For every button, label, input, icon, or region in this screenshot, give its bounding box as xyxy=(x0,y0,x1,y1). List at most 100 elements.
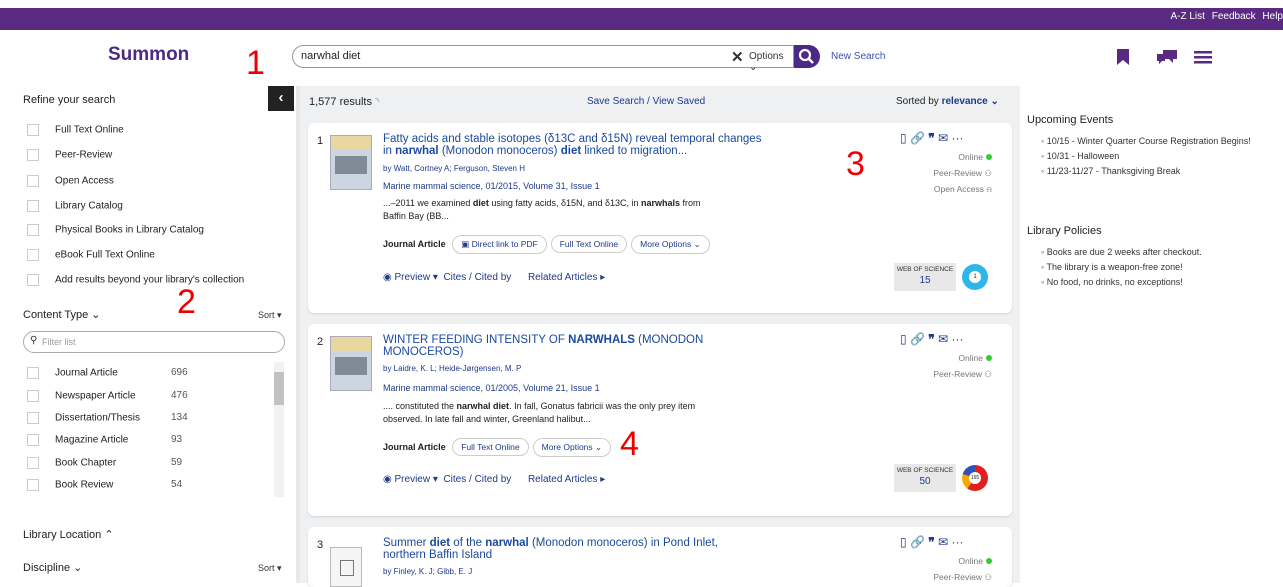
result-tools: ▯ 🔗 ❞ ✉ ··· xyxy=(900,332,963,346)
checkbox[interactable] xyxy=(27,457,39,469)
checkbox[interactable] xyxy=(27,249,39,261)
altmetric-donut[interactable]: 1 xyxy=(962,264,988,290)
content-type-option[interactable]: Dissertation/Thesis 134 xyxy=(27,412,267,426)
email-icon[interactable]: ✉ xyxy=(938,535,948,549)
facet-option[interactable]: Add results beyond your library's collec… xyxy=(27,274,244,288)
sort-control[interactable]: Sorted by relevance ⌄ xyxy=(896,96,999,107)
library-location-heading[interactable]: Library Location ⌃ xyxy=(23,528,114,541)
search-button[interactable] xyxy=(794,45,820,68)
related-articles-link[interactable]: Related Articles ▸ xyxy=(528,474,605,485)
checkbox[interactable] xyxy=(27,149,39,161)
result-title[interactable]: Summer diet of the narwhal (Monodon mono… xyxy=(383,537,763,561)
result-title[interactable]: Fatty acids and stable isotopes (δ13C an… xyxy=(383,133,763,157)
summon-logo[interactable]: Summon xyxy=(108,44,189,66)
bullet-icon: ◦ xyxy=(1041,247,1045,257)
cite-icon[interactable]: ❞ xyxy=(928,535,934,549)
checkbox[interactable] xyxy=(27,390,39,402)
bookmark-outline-icon[interactable]: ▯ xyxy=(900,535,907,549)
search-input[interactable] xyxy=(301,50,681,62)
content-type-option[interactable]: Book Chapter 59 xyxy=(27,457,267,471)
menu-icon[interactable] xyxy=(1193,48,1213,66)
web-of-science-badge[interactable]: WEB OF SCIENCE 50 xyxy=(894,464,956,492)
content-type-option[interactable]: Journal Article 696 xyxy=(27,367,267,381)
more-options-button[interactable]: More Options ⌄ xyxy=(631,235,710,254)
altmetric-donut[interactable]: 165 xyxy=(962,465,988,491)
content-type-option[interactable]: Magazine Article 93 xyxy=(27,434,267,448)
result-authors[interactable]: by Watt, Cortney A; Ferguson, Steven H xyxy=(383,164,525,173)
bookmark-outline-icon[interactable]: ▯ xyxy=(900,332,907,346)
content-type-sort[interactable]: Sort ▾ xyxy=(258,310,282,321)
checkbox[interactable] xyxy=(27,412,39,424)
help-link[interactable]: Help xyxy=(1262,11,1283,22)
checkbox[interactable] xyxy=(27,175,39,187)
result-journal[interactable]: Marine mammal science, 01/2015, Volume 3… xyxy=(383,181,600,191)
result-authors[interactable]: by Laidre, K. L; Heide-Jørgensen, M. P xyxy=(383,364,521,373)
checkbox[interactable] xyxy=(27,124,39,136)
facet-option[interactable]: Library Catalog xyxy=(27,200,123,214)
bookmark-icon[interactable] xyxy=(1116,48,1130,66)
feedback-link[interactable]: Feedback xyxy=(1212,11,1256,22)
title-text: of the xyxy=(450,537,486,549)
wos-count: 50 xyxy=(919,476,931,487)
facet-option[interactable]: Peer-Review xyxy=(27,149,112,163)
facet-option[interactable]: Open Access xyxy=(27,175,114,189)
document-icon[interactable] xyxy=(330,547,362,587)
chat-icon[interactable] xyxy=(1156,48,1178,66)
peer-review-label: Peer-Review xyxy=(933,572,982,582)
result-journal[interactable]: Marine mammal science, 01/2005, Volume 2… xyxy=(383,383,600,393)
result-title[interactable]: WINTER FEEDING INTENSITY OF NARWHALS (MO… xyxy=(383,334,763,358)
filter-list-input[interactable]: ⚲ Filter list xyxy=(23,331,285,353)
new-search-link[interactable]: New Search xyxy=(831,51,885,62)
cite-icon[interactable]: ❞ xyxy=(928,131,934,145)
link-icon[interactable]: 🔗 xyxy=(910,535,925,549)
cites-link[interactable]: Cites / Cited by xyxy=(443,474,511,485)
email-icon[interactable]: ✉ xyxy=(938,332,948,346)
search-box[interactable]: ✕ Options ⌄ xyxy=(292,45,794,73)
email-icon[interactable]: ✉ xyxy=(938,131,948,145)
result-authors[interactable]: by Finley, K. J; Gibb, E. J xyxy=(383,567,472,576)
journal-cover-thumbnail[interactable] xyxy=(330,336,372,391)
web-of-science-badge[interactable]: WEB OF SCIENCE 15 xyxy=(894,263,956,291)
preview-button[interactable]: ◉ Preview ▾ xyxy=(383,272,438,283)
facet-option[interactable]: Physical Books in Library Catalog xyxy=(27,224,204,238)
more-icon[interactable]: ··· xyxy=(951,535,963,549)
content-type-option[interactable]: Newspaper Article 476 xyxy=(27,390,267,404)
online-dot-icon xyxy=(986,154,992,160)
link-icon[interactable]: 🔗 xyxy=(910,332,925,346)
cites-link[interactable]: Cites / Cited by xyxy=(443,272,511,283)
discipline-sort[interactable]: Sort ▾ xyxy=(258,563,282,574)
checkbox[interactable] xyxy=(27,200,39,212)
facet-option[interactable]: eBook Full Text Online xyxy=(27,249,155,263)
rss-icon[interactable]: ◝ xyxy=(375,96,379,108)
more-options-button[interactable]: More Options ⌄ xyxy=(532,438,612,457)
checkbox[interactable] xyxy=(27,479,39,491)
options-dropdown[interactable]: Options ⌄ xyxy=(749,51,793,73)
facet-label: Physical Books in Library Catalog xyxy=(55,224,204,236)
facet-option[interactable]: Full Text Online xyxy=(27,124,124,138)
checkbox[interactable] xyxy=(27,274,39,286)
collapse-sidebar-button[interactable]: ‹ xyxy=(268,86,294,111)
preview-button[interactable]: ◉ Preview ▾ xyxy=(383,474,438,485)
clear-icon[interactable]: ✕ xyxy=(731,48,744,66)
checkbox[interactable] xyxy=(27,367,39,379)
related-articles-link[interactable]: Related Articles ▸ xyxy=(528,272,605,283)
checkbox[interactable] xyxy=(27,434,39,446)
bookmark-outline-icon[interactable]: ▯ xyxy=(900,131,907,145)
save-search-link[interactable]: Save Search / View Saved xyxy=(587,96,705,107)
more-icon[interactable]: ··· xyxy=(951,131,963,145)
discipline-heading[interactable]: Discipline ⌄ xyxy=(23,561,82,574)
policy-item: ◦ Books are due 2 weeks after checkout. xyxy=(1041,247,1202,257)
content-type-heading[interactable]: Content Type ⌄ xyxy=(23,308,101,321)
full-text-online-button[interactable]: Full Text Online xyxy=(550,235,628,253)
az-list-link[interactable]: A-Z List xyxy=(1170,11,1204,22)
journal-cover-thumbnail[interactable] xyxy=(330,135,372,190)
cite-icon[interactable]: ❞ xyxy=(928,332,934,346)
full-text-online-button[interactable]: Full Text Online xyxy=(452,438,529,456)
link-icon[interactable]: 🔗 xyxy=(910,131,925,145)
content-type-option[interactable]: Book Review 54 xyxy=(27,479,267,493)
more-icon[interactable]: ··· xyxy=(951,332,963,346)
scrollbar-thumb[interactable] xyxy=(274,372,284,405)
checkbox[interactable] xyxy=(27,224,39,236)
result-actions: Journal Article ▣ Direct link to PDF Full… xyxy=(383,235,710,254)
direct-pdf-button[interactable]: ▣ Direct link to PDF xyxy=(452,235,547,254)
